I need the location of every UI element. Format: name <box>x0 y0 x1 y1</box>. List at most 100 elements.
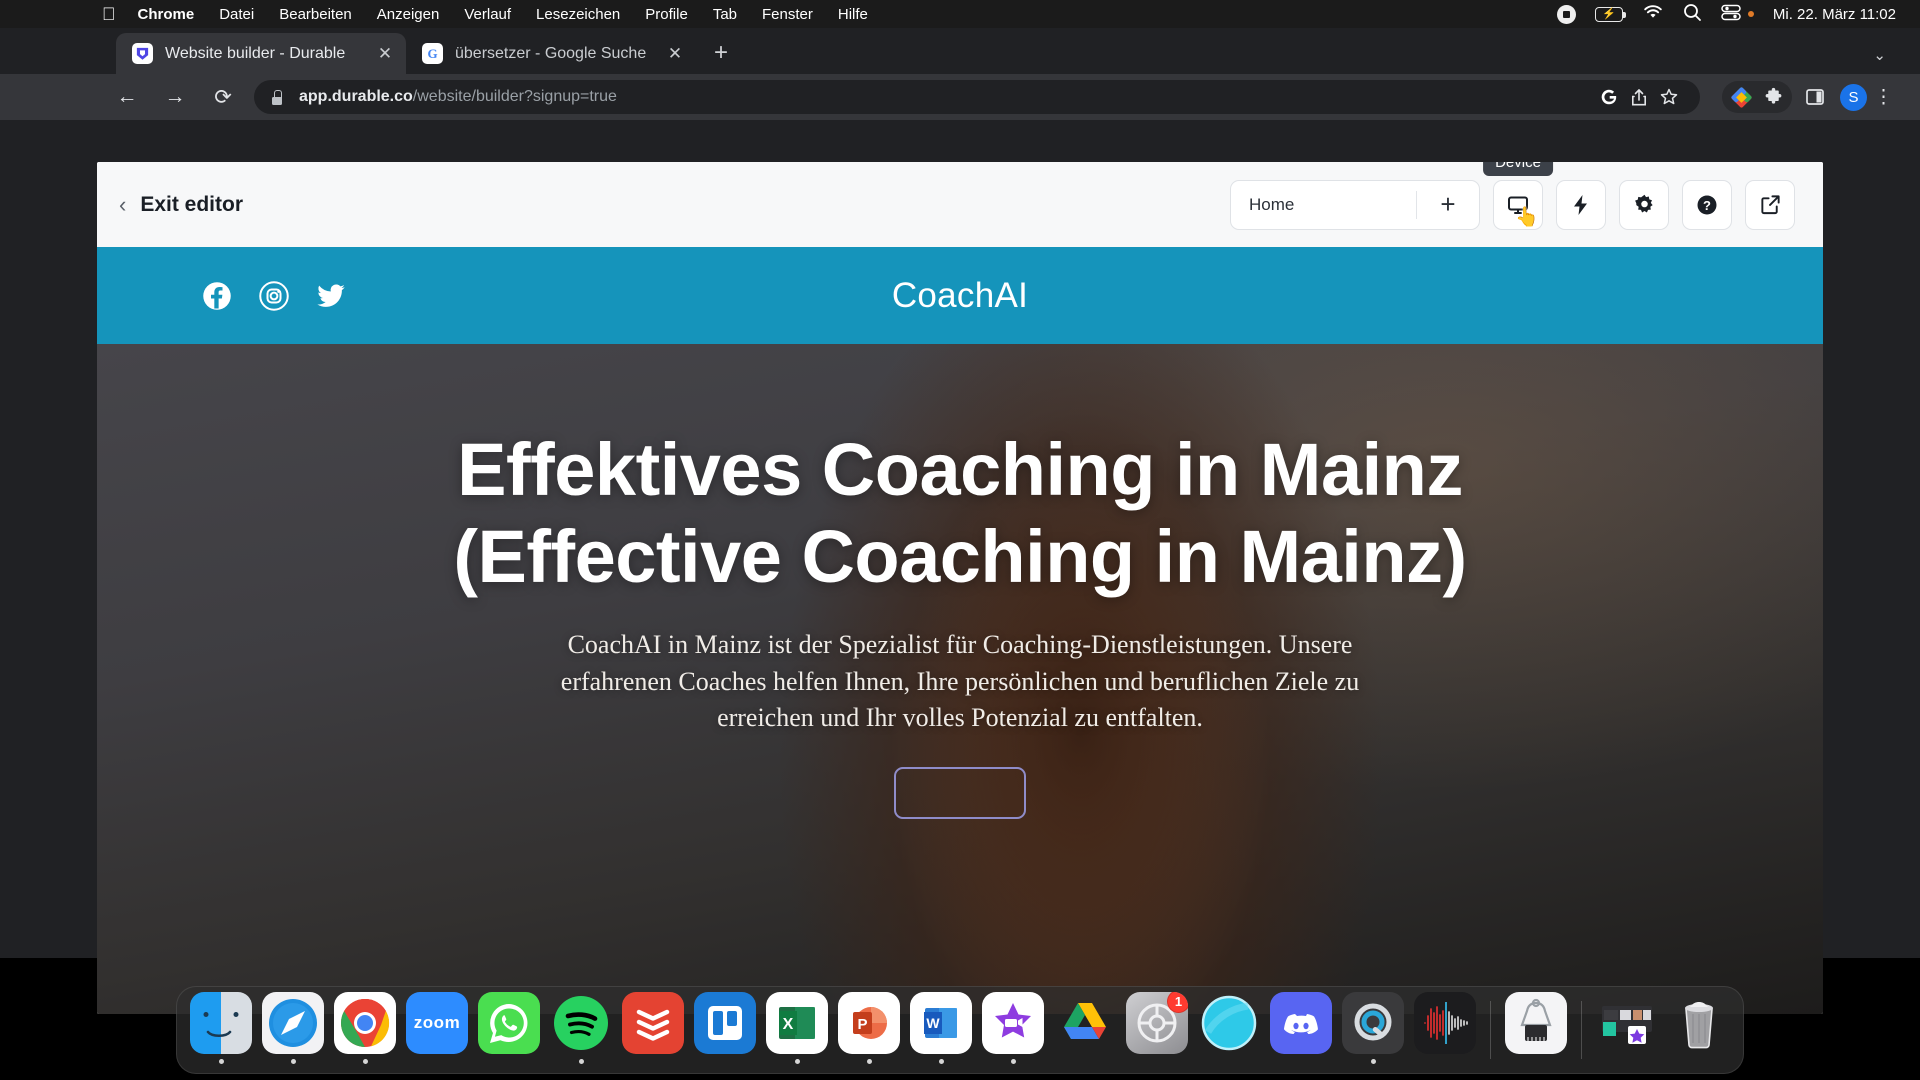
tab-title: übersetzer - Google Suche <box>455 44 647 62</box>
running-indicator <box>938 1059 944 1064</box>
running-indicator <box>290 1059 296 1064</box>
running-indicator <box>1697 1059 1702 1064</box>
dock-item-safari[interactable] <box>259 992 327 1068</box>
forward-button[interactable]: → <box>158 80 192 114</box>
side-panel-icon[interactable] <box>1800 82 1830 112</box>
url-domain: app.durable.co <box>299 88 413 105</box>
reload-button[interactable]: ⟳ <box>206 80 240 114</box>
close-tab-button[interactable]: ✕ <box>664 43 686 65</box>
menu-item-bearbeiten[interactable]: Bearbeiten <box>279 6 352 23</box>
extensions-puzzle-icon[interactable] <box>1758 82 1788 112</box>
menu-item-lesezeichen[interactable]: Lesezeichen <box>536 6 620 23</box>
running-indicator <box>1370 1059 1376 1064</box>
tab-title: Website builder - Durable <box>165 44 346 62</box>
chrome-menu-icon[interactable]: ⋮ <box>1874 88 1893 107</box>
ai-button[interactable] <box>1556 179 1606 230</box>
dock-divider <box>1581 1001 1582 1059</box>
new-tab-button[interactable]: + <box>704 36 738 70</box>
hero-cta-button[interactable] <box>894 767 1026 820</box>
dock-item-quicktime[interactable] <box>1339 992 1407 1068</box>
notification-dot-icon <box>1747 11 1754 17</box>
control-center-icon[interactable] <box>1721 4 1741 25</box>
exit-editor-button[interactable]: ‹ Exit editor <box>119 192 243 218</box>
tab-google-search[interactable]: G übersetzer - Google Suche ✕ <box>406 33 696 74</box>
gear-icon <box>1634 194 1653 213</box>
downloads-icon <box>1505 992 1567 1054</box>
dock-divider <box>1490 1001 1491 1059</box>
apple-icon[interactable]:  <box>102 5 116 23</box>
back-button[interactable]: ← <box>110 80 144 114</box>
hero-content: Effektives Coaching in Mainz (Effective … <box>97 344 1823 820</box>
bookmark-star-icon[interactable] <box>1654 82 1684 112</box>
running-indicator <box>362 1059 368 1064</box>
hero-heading-line1: Effektives Coaching in Mainz <box>457 428 1463 511</box>
page-selector[interactable]: Home + <box>1230 179 1480 230</box>
dock-item-whatsapp[interactable] <box>475 992 543 1068</box>
excel-icon: X <box>766 992 828 1054</box>
dock-item-word[interactable]: W <box>907 992 975 1068</box>
dock-item-imovie[interactable] <box>979 992 1047 1068</box>
share-icon[interactable] <box>1624 82 1654 112</box>
dock-item-excel[interactable]: X <box>763 992 831 1068</box>
dock-item-discord[interactable] <box>1267 992 1335 1068</box>
extension-colorful-icon[interactable] <box>1726 82 1756 112</box>
exit-editor-label: Exit editor <box>140 192 244 216</box>
menu-item-verlauf[interactable]: Verlauf <box>464 6 511 23</box>
add-page-button[interactable]: + <box>1417 189 1479 220</box>
google-lens-icon[interactable] <box>1594 82 1624 112</box>
profile-avatar-icon[interactable]: S <box>1840 83 1867 111</box>
running-indicator <box>1625 1059 1630 1064</box>
freeform-icon <box>1198 992 1260 1054</box>
zoom-icon: zoom <box>406 992 468 1054</box>
menu-item-tab[interactable]: Tab <box>713 6 737 23</box>
dock-item-trash[interactable] <box>1665 992 1733 1068</box>
record-icon[interactable] <box>1556 4 1576 24</box>
dock-item-freeform[interactable] <box>1195 992 1263 1068</box>
tab-search-chevron-down-icon[interactable]: ⌄ <box>1873 46 1886 64</box>
lightning-bolt-icon <box>1574 194 1587 215</box>
dock-item-system-settings[interactable]: 1 <box>1123 992 1191 1068</box>
svg-text:W: W <box>926 1015 940 1031</box>
dock-item-zoom[interactable]: zoom <box>403 992 471 1068</box>
search-icon[interactable] <box>1683 3 1702 26</box>
wifi-icon[interactable] <box>1642 4 1664 24</box>
menu-item-profile[interactable]: Profile <box>645 6 688 23</box>
dock-item-downloads-stack[interactable] <box>1502 992 1570 1068</box>
macos-dock: zoom X P W 1 <box>176 986 1744 1074</box>
dock-item-todoist[interactable] <box>619 992 687 1068</box>
battery-charging-icon[interactable]: ⚡ <box>1594 6 1626 22</box>
dock-item-chrome[interactable] <box>331 992 399 1068</box>
editor-top-bar: ‹ Exit editor Home + Device 👆 ? <box>97 162 1823 247</box>
dock-item-audio-waveform[interactable] <box>1411 992 1479 1068</box>
settings-button[interactable] <box>1619 179 1669 230</box>
dock-item-trello[interactable] <box>691 992 759 1068</box>
tab-website-builder[interactable]: Website builder - Durable ✕ <box>116 33 406 74</box>
menu-bar-clock[interactable]: Mi. 22. März 11:02 <box>1773 6 1896 23</box>
menu-item-datei[interactable]: Datei <box>219 6 254 23</box>
device-tooltip: Device <box>1483 162 1553 176</box>
running-indicator <box>723 1059 728 1064</box>
menu-item-anzeigen[interactable]: Anzeigen <box>377 6 440 23</box>
running-indicator <box>651 1059 656 1064</box>
address-bar[interactable]: app.durable.co/website/builder?signup=tr… <box>254 80 1700 114</box>
running-indicator <box>1534 1059 1539 1064</box>
dock-item-powerpoint[interactable]: P <box>835 992 903 1068</box>
running-indicator <box>1083 1059 1088 1064</box>
mouse-cursor-icon: 👆 <box>1515 206 1539 228</box>
discord-icon <box>1270 992 1332 1054</box>
google-icon: G <box>422 43 443 64</box>
dock-item-finder[interactable] <box>187 992 255 1068</box>
dock-item-spotify[interactable] <box>547 992 615 1068</box>
extension-group <box>1722 81 1792 113</box>
preview-button[interactable] <box>1745 179 1795 230</box>
site-brand: CoachAI <box>891 275 1029 315</box>
device-button[interactable]: Device 👆 <box>1483 162 1553 230</box>
menu-item-chrome[interactable]: Chrome <box>138 6 195 23</box>
help-button[interactable]: ? <box>1682 179 1732 230</box>
close-tab-button[interactable]: ✕ <box>374 43 396 65</box>
menu-item-hilfe[interactable]: Hilfe <box>838 6 868 23</box>
running-indicator <box>866 1059 872 1064</box>
menu-item-fenster[interactable]: Fenster <box>762 6 813 23</box>
dock-item-files-stack[interactable] <box>1593 992 1661 1068</box>
dock-item-google-drive[interactable] <box>1051 992 1119 1068</box>
